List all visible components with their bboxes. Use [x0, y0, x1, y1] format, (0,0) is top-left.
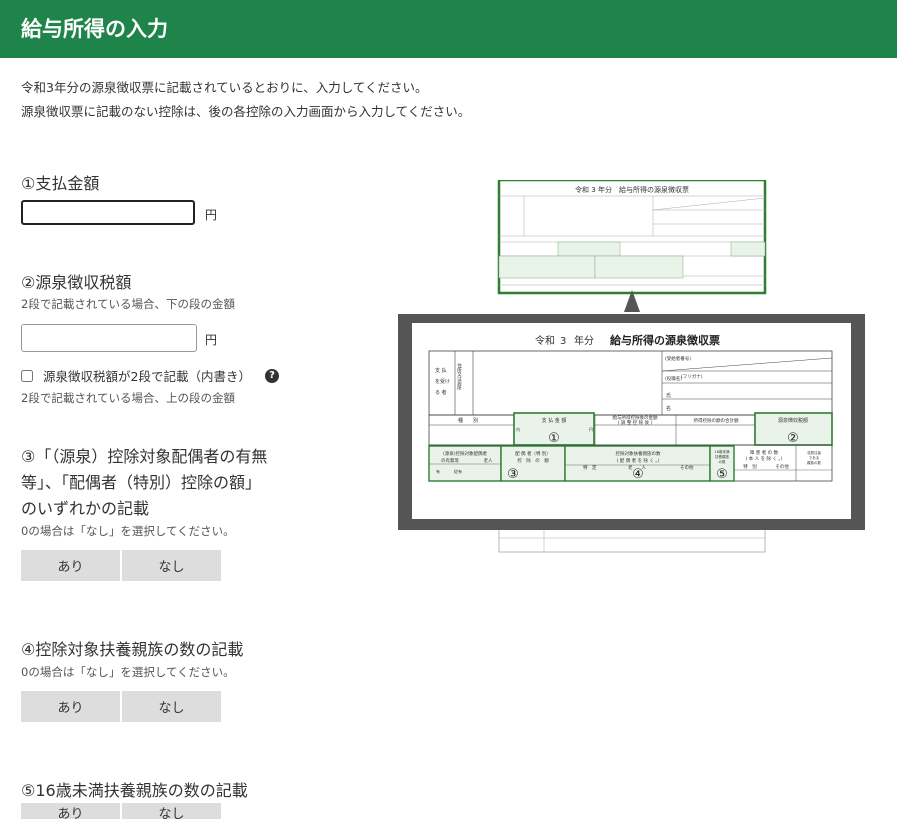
- marker-2: ②: [787, 431, 799, 446]
- special-label: 特 別: [743, 463, 757, 470]
- q2-unit: 円: [205, 333, 218, 347]
- payee-label-1: 支 払: [435, 367, 447, 374]
- small-form: 令和 3 年分 給与所得の源泉徴収票: [497, 180, 767, 295]
- mei-label: 名: [666, 405, 671, 412]
- address-label: 住所又は居所: [457, 362, 462, 392]
- marker-1: ①: [548, 431, 560, 446]
- under16-label-1: 16歳未満: [715, 449, 730, 454]
- shi-label: 氏: [666, 392, 671, 399]
- two-tier-checkbox[interactable]: [21, 369, 33, 382]
- q4-note: 0の場合は「なし」を選択してください。: [21, 665, 235, 679]
- q3-note: 0の場合は「なし」を選択してください。: [21, 524, 235, 538]
- page-header: 給与所得の入力: [0, 0, 897, 58]
- q5-no-button[interactable]: なし: [122, 803, 221, 822]
- disabled-label-2: ( 本 人 を 除 く 。): [746, 455, 783, 462]
- q4-yes-button[interactable]: あり: [21, 691, 120, 722]
- uchi-label: 内: [516, 426, 520, 432]
- after-deduction-sub: ( 調 整 控 除 後 ): [618, 419, 653, 426]
- jyu-label: 従有: [454, 468, 462, 474]
- other2-label: その他: [775, 463, 789, 470]
- q3-button-group: あり なし: [21, 550, 223, 581]
- marker-3: ③: [507, 467, 519, 482]
- form-era: 令和: [535, 334, 555, 347]
- payee-label-2: を受け: [435, 378, 450, 385]
- payment-amount-input[interactable]: [21, 200, 195, 225]
- nonresident-label-1: 非居住者: [807, 450, 821, 455]
- q4-no-button[interactable]: なし: [122, 691, 221, 722]
- q2-note: 2段で記載されている場合、下の段の金額: [21, 297, 235, 311]
- q5-label: ⑤16歳未満扶養親族の数の記載: [21, 781, 248, 800]
- marker-5: ⑤: [716, 467, 728, 482]
- two-tier-checkbox-row[interactable]: 源泉徴収税額が2段で記載（内書き） ?: [21, 366, 279, 385]
- en-label-1: 円: [589, 427, 593, 432]
- tax-amount-label: 源泉徴収税額: [778, 417, 808, 424]
- payee-label-3: る 者: [435, 390, 447, 396]
- q1-label: ①支払金額: [21, 174, 100, 193]
- dependents-label-1: 控除対象扶養親族の数: [616, 450, 661, 457]
- small-form-title: 令和 3 年分 給与所得の源泉徴収票: [575, 185, 689, 194]
- marker-4: ④: [632, 467, 644, 482]
- spouse-special-label-2: 控 除 の 額: [517, 457, 549, 464]
- q3-label-line3: のいずれかの記載: [21, 499, 150, 518]
- intro-line-2: 源泉徴収票に記載のない控除は、後の各控除の入力画面から入力してください。: [21, 104, 471, 119]
- q4-button-group: あり なし: [21, 691, 223, 722]
- q5-button-group: あり なし: [21, 803, 223, 822]
- under16-label-3: の数: [719, 459, 727, 464]
- q1-unit: 円: [205, 208, 218, 222]
- spouse-label-2: の有無等: [441, 457, 459, 464]
- q3-label: ③「（源泉）控除対象配偶者の有無 等」、「配偶者（特別）控除の額」 のいずれかの…: [21, 444, 267, 522]
- under16-label-2: 扶養親族: [715, 454, 729, 459]
- intro-text: 令和3年分の源泉徴収票に記載されているとおりに、入力してください。 源泉徴収票に…: [21, 76, 470, 124]
- q3-no-button[interactable]: なし: [122, 550, 221, 581]
- two-tier-checkbox-label: 源泉徴収税額が2段で記載（内書き）: [43, 369, 251, 384]
- two-tier-note: 2段で記載されている場合、上の段の金額: [21, 391, 235, 405]
- dependents-label-2: ( 配 偶 者 を 除 く 。): [617, 457, 660, 464]
- withholding-slip-illustration: 令和 3 年分 給与所得の源泉徴収票 令和 3 年分 給与所得の源泉徴収票 支 …: [398, 180, 865, 553]
- q3-label-line2: 等」、「配偶者（特別）控除の額」: [21, 473, 262, 492]
- q3-yes-button[interactable]: あり: [21, 550, 120, 581]
- q5-yes-button[interactable]: あり: [21, 803, 120, 822]
- form-bun: 年分: [574, 334, 594, 347]
- nonresident-label-2: である: [809, 455, 819, 460]
- spouse-special-label-1: 配 偶 者（特 別）: [515, 450, 551, 457]
- intro-line-1: 令和3年分の源泉徴収票に記載されているとおりに、入力してください。: [21, 80, 428, 95]
- recipient-no-label: (受給者番号): [665, 355, 691, 362]
- page-title: 給与所得の入力: [21, 17, 168, 41]
- q3-label-line1: ③「（源泉）控除対象配偶者の有無: [21, 447, 268, 466]
- spouse-label-1: (源泉)控除対象配偶者: [443, 450, 488, 457]
- q2-label: ②源泉徴収税額: [21, 273, 132, 292]
- pay-amount-label: 支 払 金 額: [542, 417, 567, 424]
- q4-label: ④控除対象扶養親族の数の記載: [21, 640, 244, 659]
- disabled-label-1: 障 害 者 の 数: [750, 449, 779, 456]
- nonresident-label-3: 親族の数: [807, 460, 821, 465]
- form-title: 給与所得の源泉徴収票: [610, 333, 720, 347]
- elderly-label: 老人: [484, 457, 493, 464]
- after-deduction-label: 給与所得控除後の金額: [613, 414, 658, 421]
- total-deduction-label: 所得控除の額の合計額: [694, 417, 739, 424]
- yu-label: 有: [436, 468, 440, 474]
- form-year: 3: [560, 336, 566, 347]
- name-kana-label: (フリガナ): [681, 373, 703, 380]
- type-label: 種 別: [458, 417, 478, 424]
- help-icon[interactable]: ?: [264, 368, 279, 383]
- withholding-tax-input[interactable]: [21, 324, 197, 352]
- position-label: (役職名): [665, 375, 682, 382]
